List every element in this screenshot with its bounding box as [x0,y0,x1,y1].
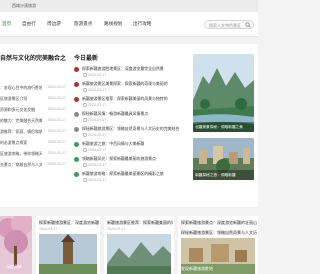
news-bullet-icon [74,171,79,177]
news-item[interactable]: 领略新疆风光：探索新疆最美丽的旅游景点 2024-03-17 [74,156,188,171]
news-bullet-icon [74,96,79,102]
nav-item-guides[interactable]: 出行攻略 [133,21,151,27]
news-date: 2024-03-17 [88,88,107,92]
image-caption-bar: 南疆探秘之旅：领略新疆 [193,170,254,180]
nav-item-home[interactable]: 首页 [2,21,11,27]
news-date: 2024-03-17 [88,148,107,152]
left-item-title[interactable]: ：发现心目中的旅行胜地 [0,85,42,91]
news-title[interactable]: 领略新疆风光：探索新疆最美丽的旅游景点 [82,156,188,162]
left-item-date: 2024-03-17 [47,140,66,144]
left-item-title[interactable]: 资源和多元文化交融 [0,107,42,113]
news-date: 2024-03-17 [88,118,107,122]
news-bullet-icon [74,156,79,162]
news-item[interactable]: 探秘新疆风情：畅游新疆最具风情景点 2024-03-17 [74,111,188,126]
clock-icon [83,73,87,77]
featured-image-south[interactable]: 南疆探秘之旅：领略新疆 [193,138,254,180]
clock-icon [83,163,87,167]
clock-icon [83,178,87,182]
nav-item-route-planning[interactable]: 路线规划 [104,21,122,27]
left-item-title[interactable]: 光景点：穿越自然与人文 [0,162,42,168]
left-item-title[interactable]: 区旅游景区介绍 [0,96,42,102]
clock-icon [83,88,87,92]
news-title[interactable]: 新疆旅游景区美景探索：探索新疆的奇观与美丽的 [82,81,188,87]
news-date: 2024-03-17 [88,133,107,137]
left-list-item[interactable]: 区旅游攻略，带你领略天然 2024-03-17 [0,151,66,160]
card-title[interactable]: 探秘新疆旅游景区：领略自然奇景与人文历史 [181,230,257,236]
news-title[interactable]: 探秘新疆旅游景区：领略自然奇景与人文历史的完美结合 [82,126,188,132]
left-item-date: 2024-03-17 [47,118,66,122]
news-item[interactable]: 探索新疆旅游胜地景区：深度游览最完全自然景 2024-03-17 [74,66,188,81]
nav-item-attractions[interactable]: 旅游景点 [74,21,92,27]
news-title[interactable]: 探索新疆旅游胜地景区：深度游览最完全自然景 [82,66,188,72]
tower-photo [39,234,97,274]
left-item-date: 2024-03-17 [47,96,66,100]
left-item-title[interactable]: 区旅游攻略，带你领略天然 [0,151,42,157]
news-bullet-icon [74,66,79,72]
news-date: 2024-03-17 [88,103,107,107]
left-list-item[interactable]: ：发现心目中的旅行胜地 2024-03-17 [0,85,66,94]
landscape-photo [193,54,254,132]
clock-icon [83,133,87,137]
clock-icon [83,103,87,107]
nav-item-free-travel[interactable]: 自由行 [22,21,36,27]
left-item-date: 2024-03-17 [47,151,66,155]
card-item[interactable]: 新疆旅游景区推荐：探索新疆美丽的风景与独特的 2024-03-17 [104,216,174,274]
news-bullet-icon [74,126,79,132]
card-date: 2024-03-17 [107,227,126,231]
news-title[interactable]: 新疆旅游之旅：中西风情与大美新疆 [82,141,188,147]
image-caption[interactable]: 南疆探秘之旅：领略新疆 [195,173,253,178]
left-list-item[interactable]: 资源和多元文化交融 2024-03-17 [0,107,66,116]
news-date: 2024-03-17 [88,178,107,182]
search-input[interactable]: 搜索人文特色景区 [209,23,241,29]
card-title[interactable]: 探索新疆旅游景区：深度游览新疆的山水与人文 [39,220,99,226]
news-title[interactable]: 探秘新疆风情：畅游新疆最具风情景点 [82,111,188,117]
left-item-date: 2024-03-17 [47,107,66,111]
site-name: 西域沙漠旅游 [12,3,36,8]
left-item-date: 2024-03-17 [47,85,66,89]
card-item[interactable]: 探索新疆旅游景区：深度游览新疆的山水与人文 2024-03-17 [36,216,100,274]
latest-news-title: 今日最新 [74,56,99,62]
clock-icon [83,148,87,152]
news-date: 2024-03-17 [88,163,107,167]
card-title[interactable]: 探索新疆旅游景点：深度游览新疆的壮丽山水 [181,220,257,226]
image-caption[interactable]: 北疆美景探秘：领略新疆之美 [195,125,253,130]
news-bullet-icon [74,81,79,87]
image-caption-bar: 北疆美景探秘：领略新疆之美 [193,122,254,132]
left-section-title: 自然与文化的完美融合之旅 [0,56,66,62]
left-list-item[interactable]: 游推荐：家庭、情侣和朋友 2024-03-17 [0,129,66,138]
card-item[interactable]: ：深度游新 [0,216,32,274]
news-bullet-icon [74,141,79,147]
card-title[interactable]: 新疆旅游景区推荐：探索新疆美丽的风景与独特的 [107,220,173,226]
card-title[interactable]: 发现新疆旅游胜地 [181,266,257,272]
left-item-title[interactable]: 游推荐：家庭、情侣和朋友 [0,129,42,135]
main-nav: 首页 自由行 周边游 旅游景点 路线规划 出行攻略 搜索人文特色景区 [0,12,258,37]
left-list-item[interactable]: 的必游景点探索 2024-03-17 [0,140,66,149]
news-title[interactable]: 新疆旅游景区推荐：探索新疆美丽的风景与独特的 [82,96,188,102]
left-item-title[interactable]: 的必游景点探索 [0,140,42,146]
featured-image-north[interactable]: 北疆美景探秘：领略新疆之美 [193,54,254,132]
left-item-title[interactable]: 的魅力：完美融合天然美景 [0,118,42,124]
card-date: 2024-03-17 [39,227,58,231]
left-list-item[interactable]: 光景点：穿越自然与人文 2024-03-17 [0,162,66,171]
news-item[interactable]: 新疆旅游景区美景探索：探索新疆的奇观与美丽的 2024-03-17 [74,81,188,96]
left-list-item[interactable]: 的魅力：完美融合天然美景 2024-03-17 [0,118,66,127]
news-item[interactable]: 新疆旅游攻略：探索新疆最美丽景区的精彩之旅 2024-03-17 [74,171,188,186]
news-item[interactable]: 探秘新疆旅游景区：领略自然奇景与人文历史的完美结合 2024-03-17 [74,126,188,141]
top-bar: 西域沙漠旅游 [0,0,258,12]
left-list-item[interactable]: 区旅游景区介绍 2024-03-17 [0,96,66,105]
nav-item-nearby[interactable]: 周边游 [47,21,61,27]
news-bullet-icon [74,111,79,117]
news-title[interactable]: 新疆旅游攻略：探索新疆最美丽景区的精彩之旅 [82,171,188,177]
search-box[interactable]: 搜索人文特色景区 [204,20,254,29]
news-date: 2024-03-17 [88,73,107,77]
clock-icon [83,118,87,122]
mountain-photo [107,234,171,274]
left-item-date: 2024-03-17 [47,129,66,133]
news-item[interactable]: 新疆旅游之旅：中西风情与大美新疆 2024-03-17 [74,141,188,156]
search-icon[interactable] [245,22,251,28]
card-item[interactable]: 探索新疆旅游景点：深度游览新疆的壮丽山水 探秘新疆旅游景区：领略自然奇景与人文历… [178,216,258,274]
left-item-date: 2024-03-17 [47,162,66,166]
news-item[interactable]: 新疆旅游景区推荐：探索新疆美丽的风景与独特的 2024-03-17 [74,96,188,111]
card-title[interactable]: ：深度游新 [2,264,32,270]
